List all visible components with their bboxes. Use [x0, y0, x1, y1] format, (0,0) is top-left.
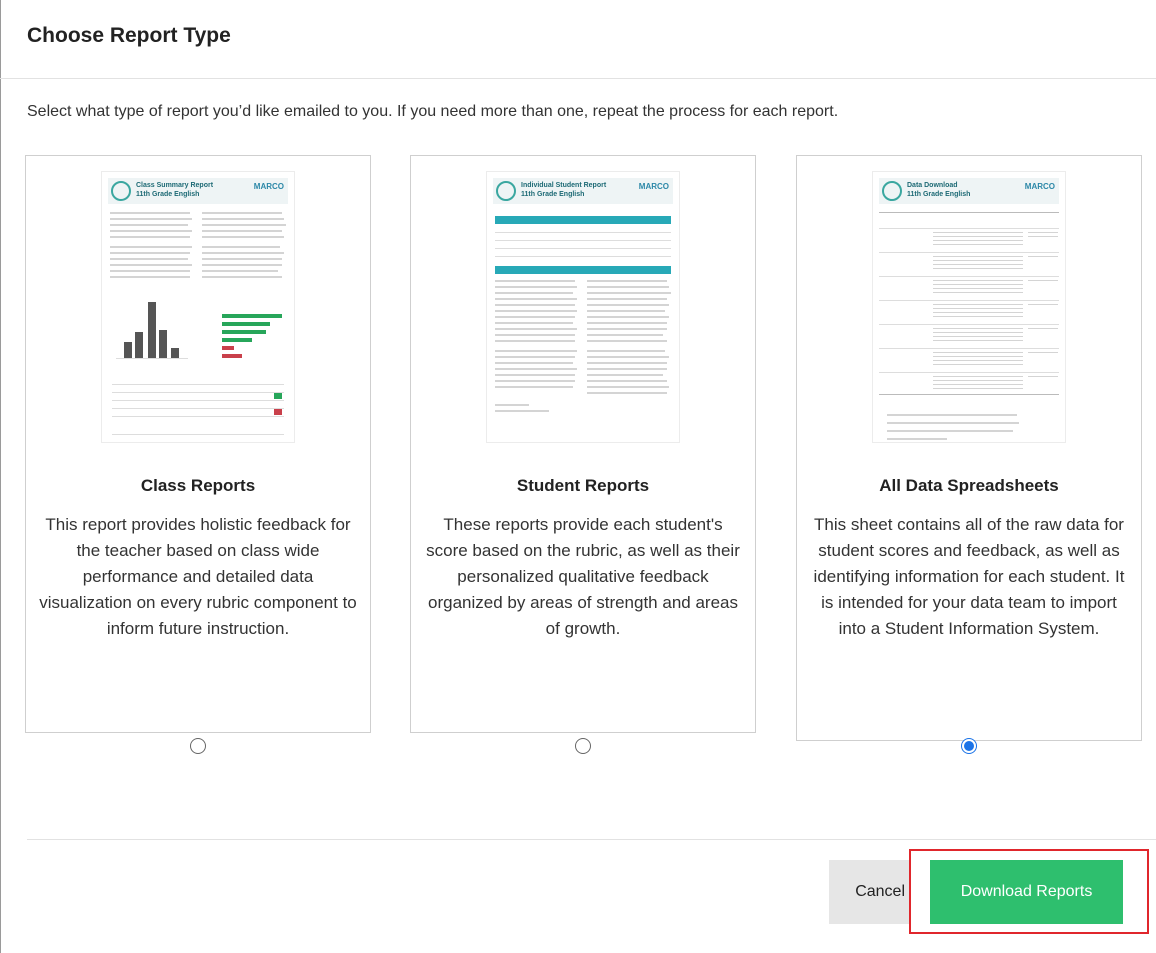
option-description: This sheet contains all of the raw data … [813, 515, 1125, 638]
brand-logo: MARCO [638, 182, 669, 191]
thumbnail-subtitle: 11th Grade English [521, 191, 585, 198]
logo-icon [496, 181, 516, 201]
dialog-header: Choose Report Type [27, 24, 231, 64]
option-title: All Data Spreadsheets [879, 476, 1059, 495]
logo-icon [111, 181, 131, 201]
thumbnail-header: Individual Student Report 11th Grade Engl… [493, 178, 673, 204]
thumbnail-title: Data Download [907, 182, 958, 189]
class-reports-radio[interactable] [190, 738, 206, 754]
option-card-student-reports[interactable]: Individual Student Report 11th Grade Engl… [410, 155, 756, 754]
brand-logo: MARCO [253, 182, 284, 191]
class-report-thumbnail: Class Summary Report 11th Grade English M… [102, 172, 294, 442]
thumbnail-header: Data Download 11th Grade English MARCO [879, 178, 1059, 204]
cancel-button[interactable]: Cancel [829, 860, 909, 924]
option-card-all-data-spreadsheets[interactable]: Data Download 11th Grade English MARCO A… [796, 155, 1142, 754]
option-title: Student Reports [516, 476, 650, 495]
data-download-thumbnail: Data Download 11th Grade English MARCO [873, 172, 1065, 442]
thumbnail-header: Class Summary Report 11th Grade English M… [108, 178, 288, 204]
brand-logo: MARCO [1024, 182, 1055, 191]
student-report-thumbnail: Individual Student Report 11th Grade Engl… [487, 172, 679, 442]
thumbnail-subtitle: 11th Grade English [907, 191, 971, 198]
option-description: This report provides holistic feedback f… [39, 515, 357, 638]
footer-divider [27, 839, 1156, 840]
thumbnail-title: Individual Student Report [521, 182, 607, 189]
left-edge-divider [0, 0, 1, 953]
download-reports-button[interactable]: Download Reports [930, 860, 1123, 924]
option-description: These reports provide each student's sco… [426, 515, 740, 638]
student-reports-radio[interactable] [575, 738, 591, 754]
option-card-class-reports[interactable]: Class Summary Report 11th Grade English M… [25, 155, 371, 754]
option-title: Class Reports [140, 476, 256, 495]
logo-icon [882, 181, 902, 201]
thumbnail-subtitle: 11th Grade English [136, 191, 200, 198]
dialog-title: Choose Report Type [27, 24, 231, 47]
all-data-spreadsheets-radio[interactable] [961, 738, 977, 754]
thumbnail-title: Class Summary Report [136, 182, 214, 189]
header-divider [0, 78, 1156, 79]
instructions-text: Select what type of report you’d like em… [27, 103, 839, 120]
